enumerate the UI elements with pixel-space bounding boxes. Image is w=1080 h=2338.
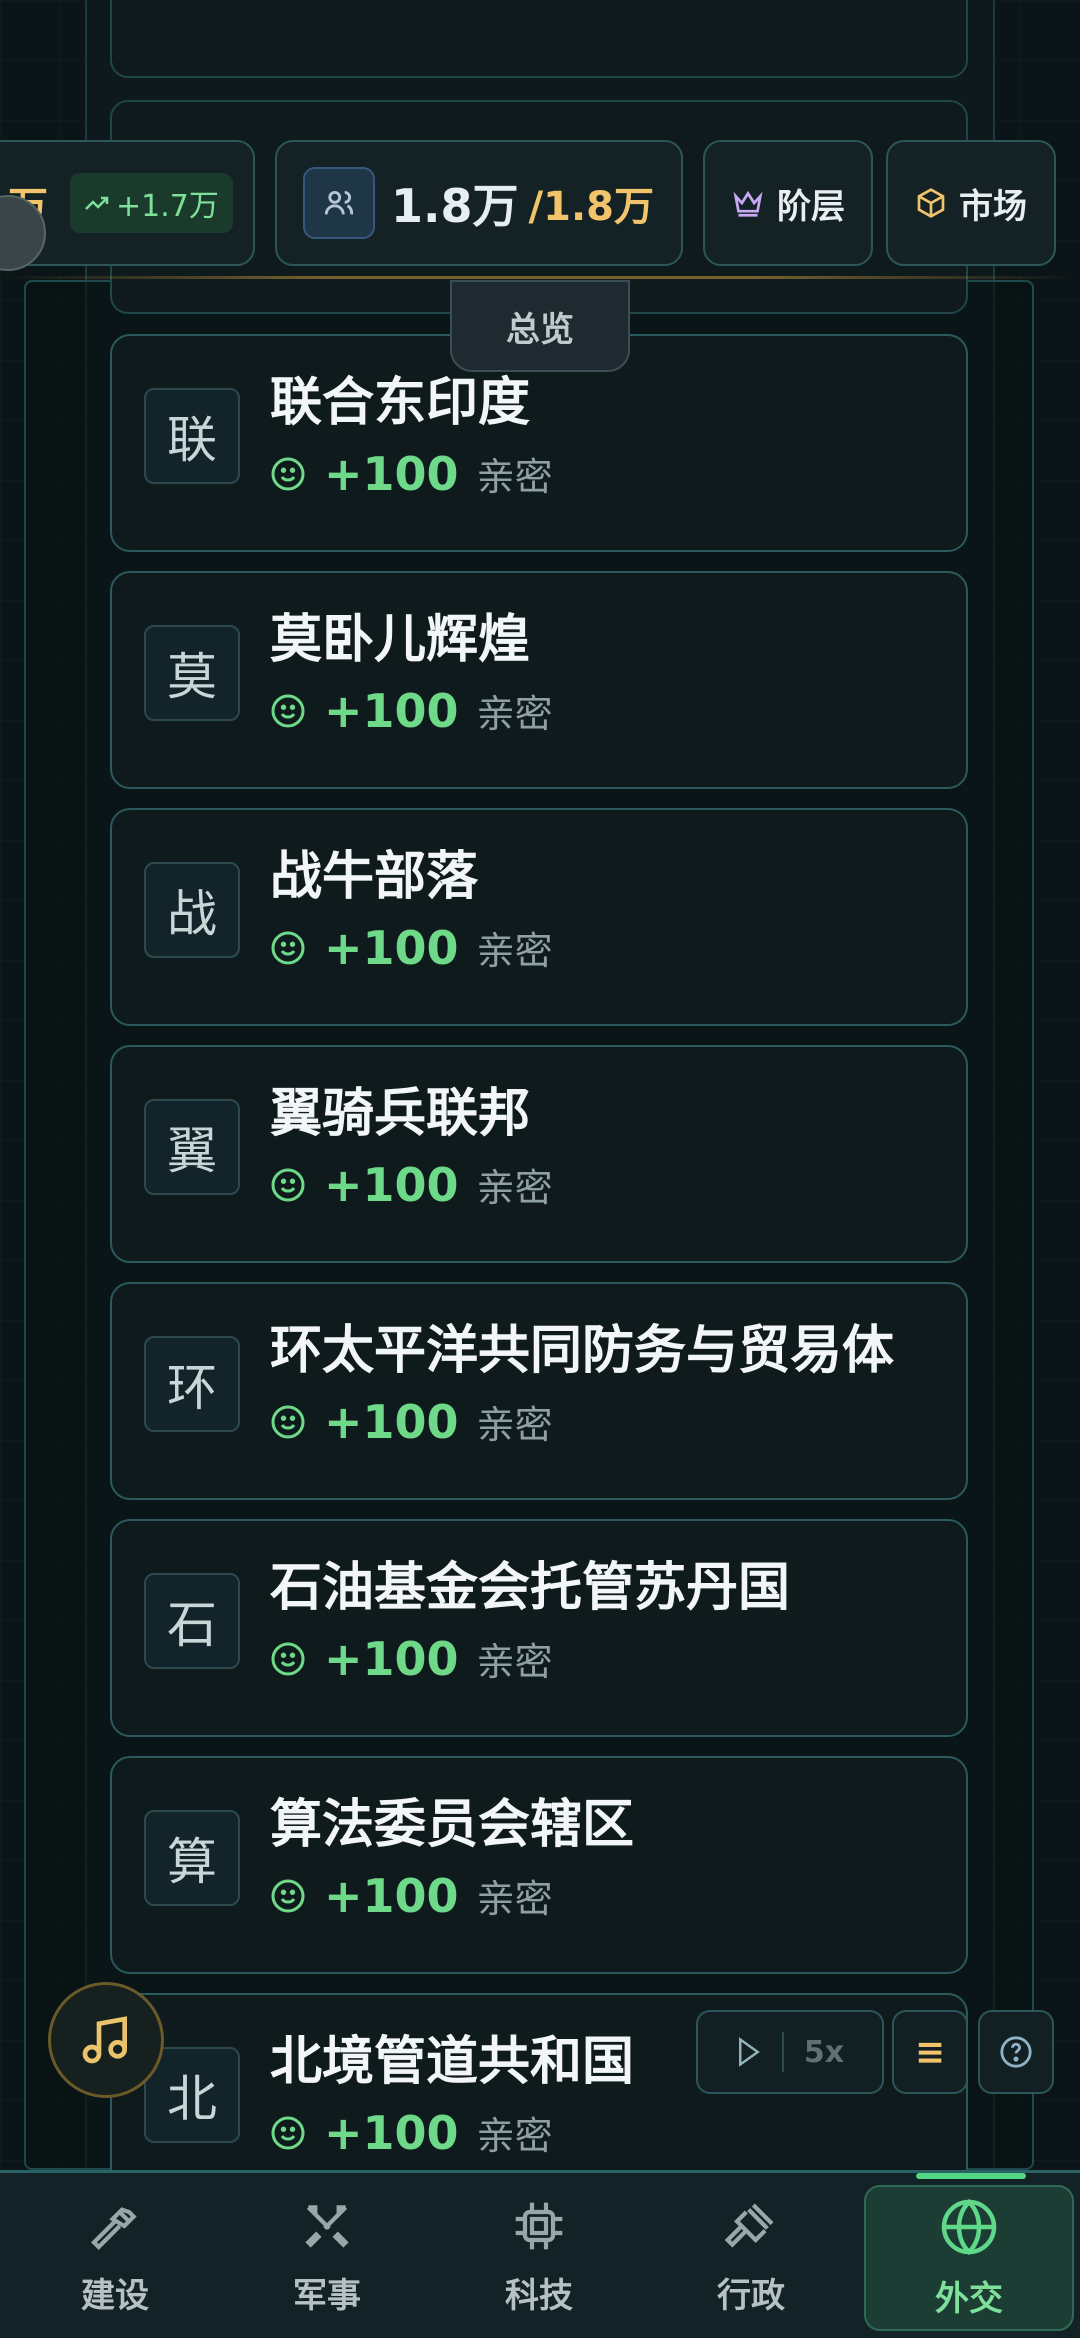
smile-icon [271, 1642, 305, 1675]
nation-initial: 环 [144, 1336, 240, 1432]
nation-name: 莫卧儿辉煌 [270, 610, 531, 670]
menu-icon: ≡ [914, 2031, 946, 2073]
market-button[interactable]: 市场 [886, 140, 1056, 266]
nation-initial: 翼 [144, 1099, 240, 1195]
nav-label: 科技 [505, 2275, 573, 2316]
gavel-icon [724, 2203, 774, 2248]
smile-icon [271, 1405, 305, 1438]
nation-card[interactable]: 翼 翼骑兵联邦 +100 亲密 [110, 1045, 968, 1263]
nation-card[interactable]: 环 环太平洋共同防务与贸易体 +100 亲密 [110, 1282, 968, 1500]
nav-label: 外交 [935, 2278, 1003, 2319]
market-button-label: 市场 [959, 186, 1027, 227]
top-status-bar: 万 +1.7万 1.8万 /1.8万 阶层 市场 [0, 130, 1080, 280]
trend-up-icon [85, 196, 109, 210]
smile-icon [271, 694, 305, 727]
menu-button[interactable]: ≡ [892, 2010, 968, 2094]
nation-name: 北境管道共和国 [270, 2032, 635, 2092]
nation-name: 环太平洋共同防务与贸易体 [270, 1321, 895, 1381]
population-value: 1.8万 [391, 179, 519, 233]
chip-icon [515, 2202, 563, 2249]
speed-multiplier[interactable]: 5x [804, 2035, 844, 2070]
divider [781, 2032, 784, 2072]
relation-row: +100 亲密 [270, 920, 553, 975]
relation-score: +100 [324, 1157, 459, 1212]
relation-score: +100 [324, 683, 459, 738]
nav-item-tech[interactable]: 科技 [434, 2173, 644, 2338]
relation-row: +100 亲密 [270, 1157, 553, 1212]
relation-label: 亲密 [476, 692, 553, 736]
nav-label: 军事 [293, 2275, 361, 2316]
help-button[interactable] [978, 2010, 1054, 2094]
nav-item-build[interactable]: 建设 [10, 2173, 220, 2338]
nation-card[interactable]: 战 战牛部落 +100 亲密 [110, 808, 968, 1026]
smile-icon [271, 2116, 305, 2149]
box-icon [917, 188, 945, 218]
hammer-icon [91, 2206, 137, 2250]
nation-name: 算法委员会辖区 [270, 1795, 635, 1855]
relation-score: +100 [324, 1868, 459, 1923]
globe-icon [941, 2198, 997, 2255]
nav-label: 行政 [717, 2275, 785, 2316]
crown-icon [733, 190, 763, 217]
relation-score: +100 [324, 1631, 459, 1686]
nation-name: 战牛部落 [270, 847, 479, 907]
bottom-navigation: 建设 军事 科技 行政 外交 [0, 2170, 1080, 2338]
relation-label: 亲密 [476, 1166, 553, 1210]
nav-item-diplomacy[interactable]: 外交 [864, 2173, 1074, 2331]
relation-label: 亲密 [476, 2114, 553, 2158]
population-pill[interactable]: 1.8万 /1.8万 [275, 140, 683, 266]
relation-label: 亲密 [476, 1640, 553, 1684]
nation-card[interactable]: 石 石油基金会托管苏丹国 +100 亲密 [110, 1519, 968, 1737]
relation-label: 亲密 [476, 1403, 553, 1447]
play-icon[interactable] [736, 2037, 762, 2067]
relation-score: +100 [324, 446, 459, 501]
crossed-swords-icon [305, 2204, 349, 2248]
relation-row: +100 亲密 [270, 1868, 553, 1923]
header-divider [0, 276, 1080, 279]
relation-score: +100 [324, 1394, 459, 1449]
smile-icon [271, 1168, 305, 1201]
nation-initial: 联 [144, 388, 240, 484]
nav-label: 建设 [81, 2275, 149, 2316]
list-item-partial [110, 0, 968, 78]
smile-icon [271, 457, 305, 490]
nation-initial: 战 [144, 862, 240, 958]
people-icon [303, 167, 375, 239]
population-max: /1.8万 [528, 184, 654, 230]
nation-initial: 算 [144, 1810, 240, 1906]
nation-card[interactable]: 算 算法委员会辖区 +100 亲密 [110, 1756, 968, 1974]
nation-initial: 石 [144, 1573, 240, 1669]
class-button[interactable]: 阶层 [703, 140, 873, 266]
pop-trend-value: +1.7万 [116, 189, 219, 224]
relation-label: 亲密 [476, 929, 553, 973]
relation-row: +100 亲密 [270, 1631, 553, 1686]
game-speed-control[interactable]: 5x [696, 2010, 884, 2094]
nation-initial: 莫 [144, 625, 240, 721]
relation-score: +100 [324, 920, 459, 975]
relation-score: +100 [324, 2105, 459, 2160]
tab-overview[interactable]: 总览 [450, 280, 630, 372]
smile-icon [271, 931, 305, 964]
nav-item-admin[interactable]: 行政 [646, 2173, 856, 2338]
relation-label: 亲密 [476, 455, 553, 499]
help-icon [1000, 2036, 1032, 2068]
relation-row: +100 亲密 [270, 1394, 553, 1449]
relation-row: +100 亲密 [270, 2105, 553, 2160]
nation-card[interactable]: 莫 莫卧儿辉煌 +100 亲密 [110, 571, 968, 789]
nav-item-military[interactable]: 军事 [222, 2173, 432, 2338]
nation-name: 石油基金会托管苏丹国 [270, 1558, 791, 1618]
relation-row: +100 亲密 [270, 683, 553, 738]
smile-icon [271, 1879, 305, 1912]
music-note-icon [82, 2016, 127, 2064]
music-button[interactable] [48, 1982, 164, 2098]
nation-name: 翼骑兵联邦 [270, 1084, 531, 1144]
relation-label: 亲密 [476, 1877, 553, 1921]
pop-trend-badge: +1.7万 [70, 173, 233, 233]
class-button-label: 阶层 [777, 186, 845, 227]
relation-row: +100 亲密 [270, 446, 553, 501]
